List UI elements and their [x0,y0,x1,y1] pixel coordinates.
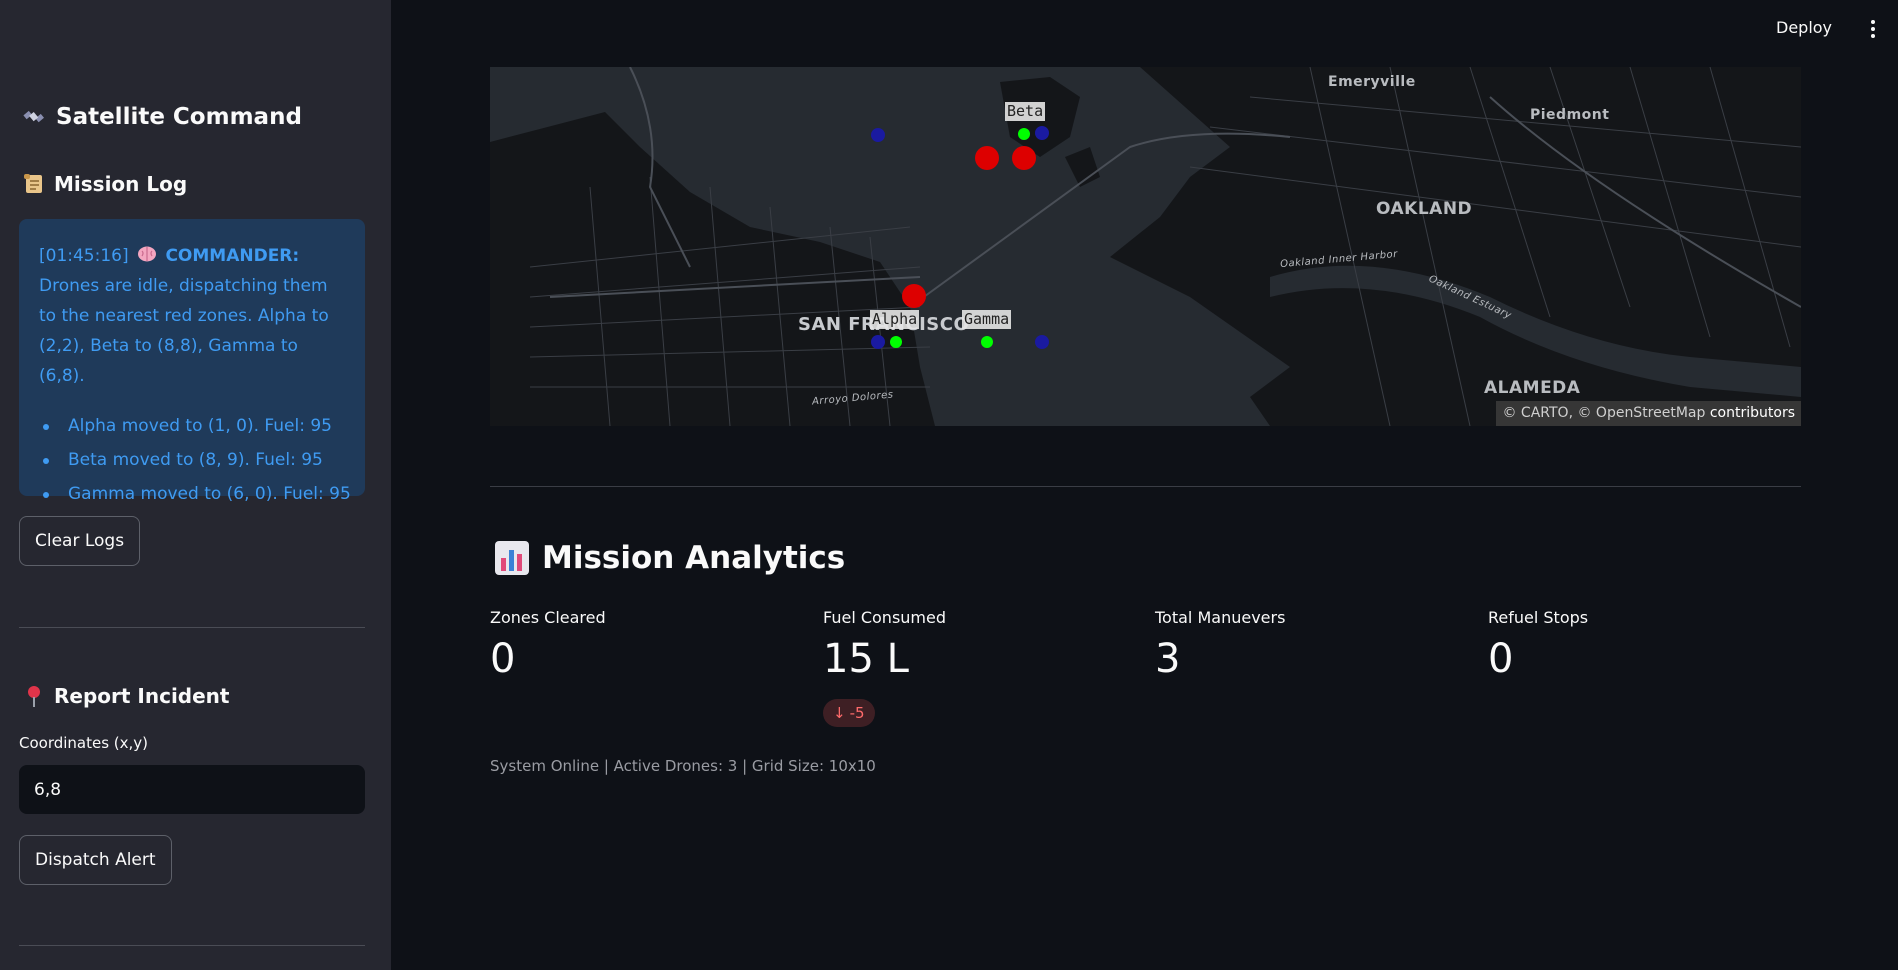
deploy-button[interactable]: Deploy [1776,18,1832,37]
drone-label-beta: Beta [1005,102,1046,121]
coordinates-label: Coordinates (x,y) [19,734,149,752]
map-attribution-text[interactable]: © CARTO, © OpenStreetMap [1502,405,1705,421]
sidebar: Satellite Command Mission Log [01:45:16]… [0,0,391,970]
log-message-text: Drones are idle, dispatching them to the… [39,276,329,386]
sidebar-divider [19,627,365,628]
analytics-title: Mission Analytics [494,540,845,576]
log-list: Alpha moved to (1, 0). Fuel: 95 Beta mov… [39,409,351,511]
metric-total-maneuvers: Total Manuevers 3 [1155,608,1285,683]
mission-log-box: [01:45:16] COMMANDER: Drones are idle, d… [19,219,365,504]
metric-delta-badge: ↓ -5 [823,699,875,727]
list-item: Alpha moved to (1, 0). Fuel: 95 [39,409,345,443]
brain-icon [137,243,157,262]
clear-logs-button[interactable]: Clear Logs [19,516,141,566]
metric-refuel-stops: Refuel Stops 0 [1488,608,1588,683]
satellite-icon [22,105,46,129]
drone-label-gamma: Gamma [962,310,1012,329]
list-item: Beta moved to (8, 9). Fuel: 95 [39,443,345,477]
drone-label-alpha: Alpha [870,310,920,329]
map-attribution: © CARTO, © OpenStreetMap contributors [1496,401,1801,426]
log-timestamp: [01:45:16] [39,246,129,266]
map-attribution-suffix: contributors [1709,405,1795,421]
map-city-label: OAKLAND [1376,199,1473,219]
analytics-title-text: Mission Analytics [542,540,846,576]
log-speaker: COMMANDER: [165,246,300,266]
metric-value: 0 [490,636,516,682]
metric-label: Zones Cleared [490,608,606,627]
sidebar-title-text: Satellite Command [56,104,302,130]
metric-label: Refuel Stops [1488,608,1589,627]
pin-icon [22,684,46,708]
report-incident-heading: Report Incident [22,684,229,708]
metric-delta-value: -5 [849,704,865,722]
metric-value: 3 [1155,636,1181,682]
drone-map[interactable]: Emeryville Piedmont OAKLAND SAN FRANCISC… [490,67,1801,426]
metric-label: Total Manuevers [1155,608,1286,627]
map-city-label: Emeryville [1328,74,1416,90]
scroll-icon [22,172,46,196]
map-city-label: ALAMEDA [1484,378,1581,398]
log-message: [01:45:16] COMMANDER: Drones are idle, d… [39,241,345,391]
section-divider [490,486,1801,487]
metric-value: 15 L [823,636,909,682]
metric-zones-cleared: Zones Cleared 0 [490,608,606,683]
main-menu-icon[interactable] [1868,20,1878,40]
mission-log-heading: Mission Log [22,172,187,196]
sidebar-title: Satellite Command [22,104,302,130]
arrow-down-icon: ↓ [833,704,846,722]
metric-value: 0 [1488,636,1514,682]
metric-fuel-consumed: Fuel Consumed 15 L [823,608,946,683]
system-status-caption: System Online | Active Drones: 3 | Grid … [490,757,876,775]
mission-log-heading-text: Mission Log [54,172,188,196]
report-incident-heading-text: Report Incident [54,684,230,708]
metric-label: Fuel Consumed [823,608,947,627]
sidebar-divider [19,945,365,946]
dispatch-alert-button[interactable]: Dispatch Alert [19,835,172,885]
coordinates-input[interactable] [19,765,365,814]
list-item: Gamma moved to (6, 0). Fuel: 95 [39,477,351,511]
bar-chart-icon [494,540,530,576]
map-city-label: Piedmont [1530,107,1610,123]
